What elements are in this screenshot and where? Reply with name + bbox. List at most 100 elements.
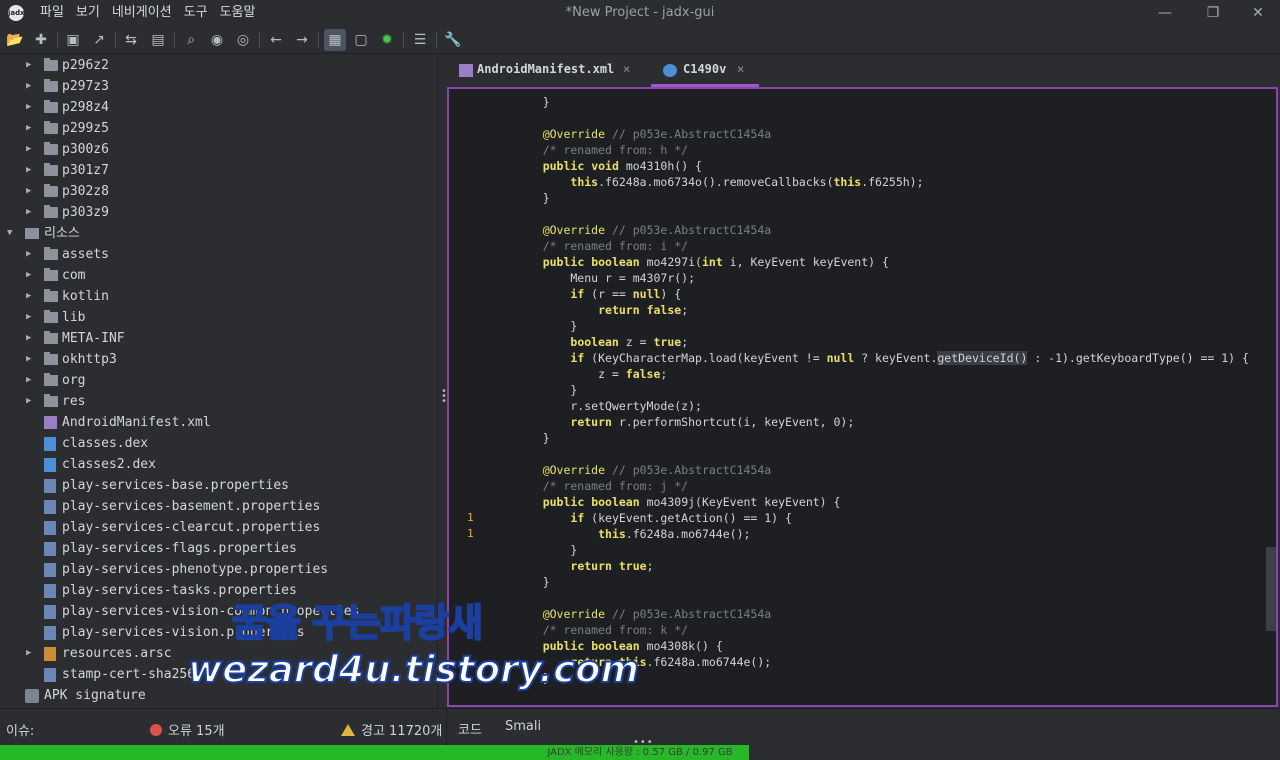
tree-file[interactable]: classes.dex [0,433,437,454]
code-line[interactable]: @Override // p053e.AbstractC1454a [515,126,772,142]
menu-file[interactable]: 파일 [40,0,76,26]
code-line[interactable]: } [515,190,550,206]
code-line[interactable]: @Override // p053e.AbstractC1454a [515,462,772,478]
tree-folder[interactable]: ▶ org [0,370,437,391]
add-icon[interactable]: ✚ [30,29,52,51]
tree-file[interactable]: play-services-flags.properties [0,538,437,559]
tab-close-icon[interactable]: × [623,55,630,83]
export-icon[interactable]: ↗ [88,29,110,51]
tree-package[interactable]: ▶ p298z4 [0,97,437,118]
code-line[interactable]: this.f6248a.mo6734o().removeCallbacks(th… [515,174,923,190]
tree-package[interactable]: ▶ p301z7 [0,160,437,181]
code-line[interactable]: public void mo4310h() { [515,158,702,174]
code-line[interactable]: } [515,430,550,446]
code-line[interactable]: /* renamed from: k */ [515,622,688,638]
menu-view[interactable]: 보기 [76,0,112,26]
tree-package[interactable]: ▶ p299z5 [0,118,437,139]
code-line[interactable]: z = false; [515,366,667,382]
code-line[interactable]: } [515,318,577,334]
tree-file[interactable]: AndroidManifest.xml [0,412,437,433]
tree-file[interactable]: classes2.dex [0,454,437,475]
code-line[interactable]: @Override // p053e.AbstractC1454a [515,606,772,622]
code-editor[interactable]: 1 1 } @Override // p053e.AbstractC1454a /… [447,87,1278,707]
debug-icon[interactable]: ✹ [376,29,398,51]
deobf-icon[interactable]: ▢ [350,29,372,51]
tree-folder[interactable]: ▶ kotlin [0,286,437,307]
code-line[interactable]: return r.performShortcut(i, keyEvent, 0)… [515,414,854,430]
tab-c1490v[interactable]: C1490v × [651,55,759,87]
tree-file[interactable]: play-services-base.properties [0,475,437,496]
expand-right-icon[interactable]: ▶ [26,244,38,265]
tree-file[interactable]: play-services-basement.properties [0,496,437,517]
menu-tools[interactable]: 도구 [184,0,220,26]
tree-resources[interactable]: ▼ 리소스 [0,223,437,244]
expand-right-icon[interactable]: ▶ [26,97,38,118]
code-line[interactable]: boolean z = true; [515,334,688,350]
code-line[interactable]: this.f6248a.mo6744e(); [515,526,750,542]
quark-icon[interactable]: ▦ [324,29,346,51]
code-line[interactable]: public boolean mo4309j(KeyEvent keyEvent… [515,494,841,510]
tree-folder[interactable]: ▶ com [0,265,437,286]
code-line[interactable]: if (KeyCharacterMap.load(keyEvent != nul… [515,350,1249,366]
search-icon[interactable]: ⌕ [180,29,202,51]
expand-right-icon[interactable]: ▶ [26,118,38,139]
code-line[interactable]: /* renamed from: i */ [515,238,688,254]
menu-navigation[interactable]: 네비게이션 [112,0,184,26]
tree-file[interactable]: play-services-phenotype.properties [0,559,437,580]
expand-right-icon[interactable]: ▶ [26,202,38,223]
find-usage-icon[interactable]: ◎ [232,29,254,51]
code-line[interactable]: /* renamed from: h */ [515,142,688,158]
tree-folder[interactable]: ▶ META-INF [0,328,437,349]
find-class-icon[interactable]: ◉ [206,29,228,51]
code-line[interactable]: r.setQwertyMode(z); [515,398,702,414]
expand-right-icon[interactable]: ▶ [26,643,38,664]
tab-code[interactable]: 코드 [458,719,482,738]
expand-right-icon[interactable]: ▶ [26,328,38,349]
code-line[interactable]: } [515,382,577,398]
log-icon[interactable]: ☰ [409,29,431,51]
tree-folder[interactable]: ▶ okhttp3 [0,349,437,370]
minimize-button[interactable]: — [1142,0,1188,26]
tree-package[interactable]: ▶ p302z8 [0,181,437,202]
code-line[interactable]: public boolean mo4297i(int i, KeyEvent k… [515,254,889,270]
expand-right-icon[interactable]: ▶ [26,265,38,286]
tree-package[interactable]: ▶ p303z9 [0,202,437,223]
expand-right-icon[interactable]: ▶ [26,370,38,391]
code-line[interactable]: if (r == null) { [515,286,681,302]
expand-right-icon[interactable]: ▶ [26,139,38,160]
close-window-button[interactable]: ✕ [1235,0,1280,26]
scrollbar[interactable] [1266,547,1276,631]
code-line[interactable]: @Override // p053e.AbstractC1454a [515,222,772,238]
code-line[interactable]: return true; [515,558,653,574]
tree-package[interactable]: ▶ p297z3 [0,76,437,97]
code-line[interactable]: /* renamed from: j */ [515,478,688,494]
tree-folder[interactable]: ▶ res [0,391,437,412]
code-line[interactable]: if (keyEvent.getAction() == 1) { [515,510,792,526]
expand-right-icon[interactable]: ▶ [26,55,38,76]
tree-package[interactable]: ▶ p296z2 [0,55,437,76]
expand-down-icon[interactable]: ▼ [7,223,19,244]
code-line[interactable]: } [515,94,550,110]
expand-right-icon[interactable]: ▶ [26,307,38,328]
open-icon[interactable]: 📂 [4,29,26,51]
code-line[interactable]: } [515,574,550,590]
code-line[interactable]: Menu r = m4307r(); [515,270,695,286]
maximize-button[interactable]: ❐ [1190,0,1236,26]
sync-icon[interactable]: ⇆ [120,29,142,51]
tab-smali[interactable]: Smali [505,719,541,734]
expand-right-icon[interactable]: ▶ [26,391,38,412]
tree-folder[interactable]: ▶ lib [0,307,437,328]
back-icon[interactable]: ← [265,29,287,51]
flatten-icon[interactable]: ▤ [147,29,169,51]
expand-right-icon[interactable]: ▶ [26,76,38,97]
menu-help[interactable]: 도움말 [220,0,268,26]
save-icon[interactable]: ▣ [62,29,84,51]
warnings-count[interactable]: 경고 11720개 [341,720,442,739]
expand-right-icon[interactable]: ▶ [26,349,38,370]
tree-folder[interactable]: ▶ assets [0,244,437,265]
tab-android-manifest[interactable]: AndroidManifest.xml × [447,55,643,87]
forward-icon[interactable]: → [291,29,313,51]
tree-package[interactable]: ▶ p300z6 [0,139,437,160]
settings-icon[interactable]: 🔧 [442,29,464,51]
errors-count[interactable]: 오류 15개 [150,720,225,739]
